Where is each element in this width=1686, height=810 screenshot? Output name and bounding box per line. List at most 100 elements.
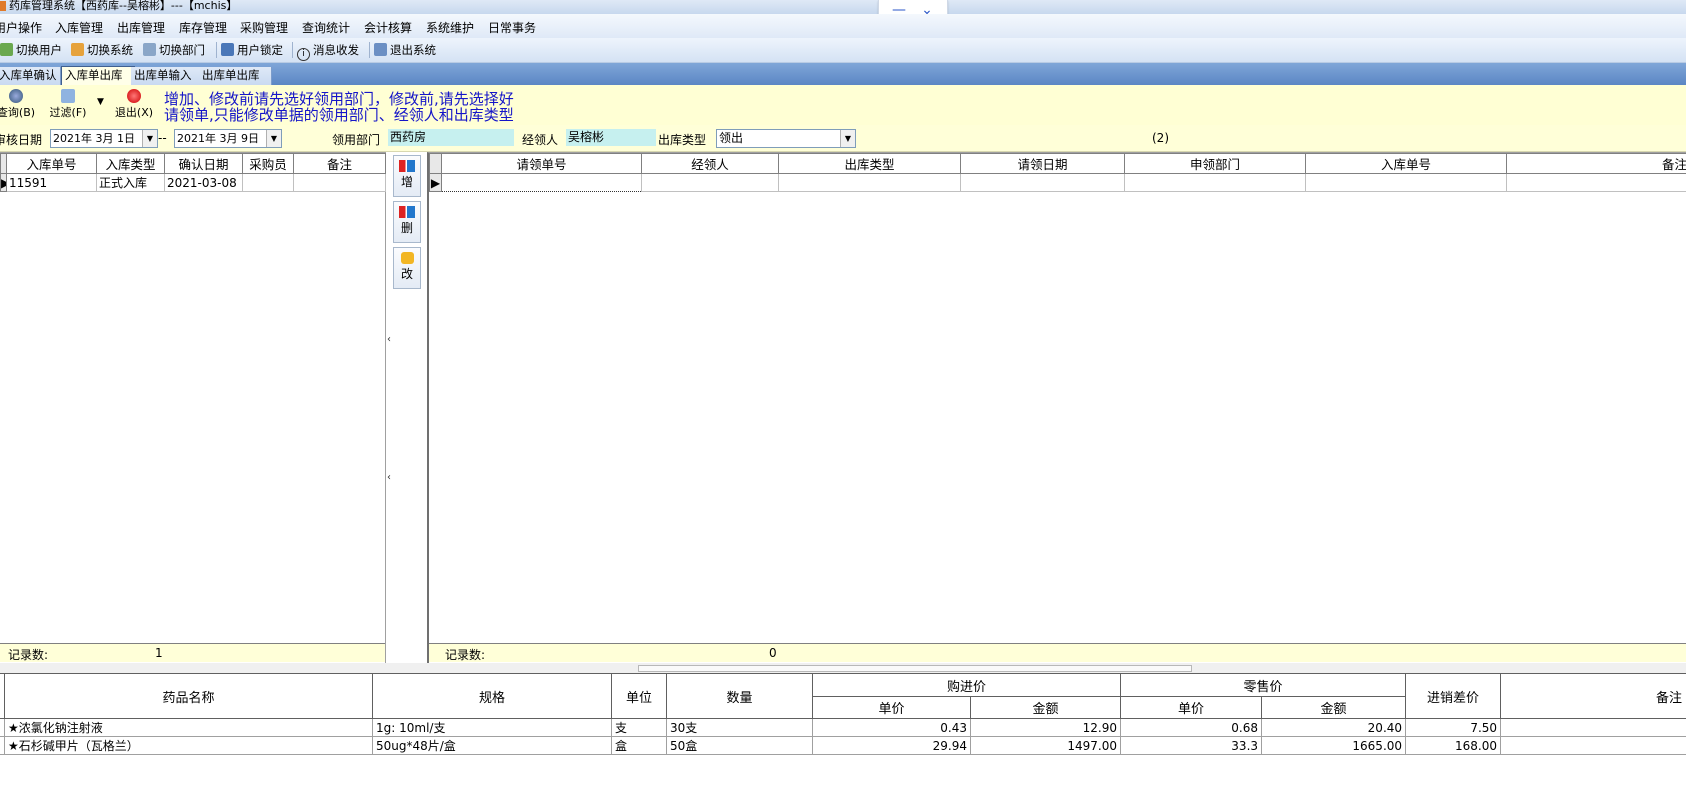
chevron-down-icon[interactable]: ▼: [142, 130, 157, 147]
col-request-dept[interactable]: 申领部门: [1124, 153, 1306, 174]
cell-spec[interactable]: 1g: 10ml/支: [372, 718, 612, 737]
col-quantity[interactable]: 数量: [666, 673, 813, 719]
col-inbound-no[interactable]: 入库单号: [6, 153, 97, 174]
menu-daily[interactable]: 日常事务: [488, 19, 536, 36]
col-spec[interactable]: 规格: [372, 673, 612, 719]
menu-purchase[interactable]: 采购管理: [240, 19, 288, 36]
col-retail-price[interactable]: 零售价: [1120, 673, 1407, 697]
switch-system-button[interactable]: 切换系统: [71, 42, 133, 58]
date-to-picker[interactable]: 2021年 3月 9日 ▼: [174, 129, 282, 148]
switch-system-icon: [71, 43, 84, 56]
cell-unit[interactable]: 盒: [611, 736, 667, 755]
col-purchase-unit-price[interactable]: 单价: [812, 696, 971, 719]
chevron-left-icon[interactable]: ‹: [387, 471, 393, 485]
chevron-down-icon[interactable]: ▼: [840, 130, 855, 147]
menu-bar: 用户操作 入库管理 出库管理 库存管理 采购管理 查询统计 会计核算 系统维护 …: [0, 14, 1686, 39]
table-row[interactable]: ▶ 11591 正式入库 2021-03-08: [0, 173, 386, 192]
cell-purchase-amount[interactable]: 12.90: [969, 718, 1122, 737]
messages-button[interactable]: i 消息收发: [297, 42, 359, 61]
cell-spec[interactable]: 50ug*48片/盒: [372, 736, 612, 755]
menu-query-stats[interactable]: 查询统计: [302, 19, 350, 36]
cell-purchase-amount[interactable]: 1497.00: [969, 736, 1122, 755]
switch-department-button[interactable]: 切换部门: [143, 42, 205, 58]
col-purchase-price[interactable]: 购进价: [811, 673, 1122, 697]
col-retail-unit-price[interactable]: 单价: [1120, 696, 1263, 719]
exit-button[interactable]: 退出(X): [114, 89, 154, 120]
user-lock-button[interactable]: 用户锁定: [221, 42, 283, 58]
cell-remark[interactable]: [1500, 718, 1686, 737]
cell-price-diff[interactable]: 168.00: [1405, 736, 1502, 755]
switch-user-button[interactable]: 切换用户: [0, 42, 62, 58]
tab-outbound-input[interactable]: 出库单输入: [131, 67, 204, 85]
col-drug-name[interactable]: 药品名称: [4, 673, 373, 719]
edit-button[interactable]: 改: [393, 247, 421, 289]
cell-inbound-no[interactable]: 11591: [6, 173, 97, 192]
query-button[interactable]: 查询(B): [0, 89, 36, 120]
chevron-down-icon[interactable]: ▼: [266, 130, 281, 147]
menu-inventory[interactable]: 库存管理: [179, 19, 227, 36]
cell-inbound-type[interactable]: 正式入库: [96, 173, 165, 192]
menu-inbound[interactable]: 入库管理: [55, 19, 103, 36]
cell-requisition-date[interactable]: [960, 173, 1125, 192]
cell-retail-amount[interactable]: 20.40: [1261, 718, 1407, 737]
splitter-handle[interactable]: [638, 665, 1192, 672]
menu-accounting[interactable]: 会计核算: [364, 19, 412, 36]
cell-quantity[interactable]: 50盒: [666, 736, 813, 755]
cell-quantity[interactable]: 30支: [666, 718, 813, 737]
date-from-picker[interactable]: 2021年 3月 1日 ▼: [50, 129, 158, 148]
col-remark[interactable]: 备注: [1506, 153, 1686, 174]
menu-outbound[interactable]: 出库管理: [117, 19, 165, 36]
tab-outbound-out[interactable]: 出库单出库: [199, 67, 272, 85]
cell-handler[interactable]: [641, 173, 779, 192]
tab-inbound-outbound[interactable]: 入库单出库: [61, 66, 135, 86]
cell-remark[interactable]: [293, 173, 386, 192]
col-requisition-date[interactable]: 请领日期: [960, 153, 1125, 174]
horizontal-splitter[interactable]: [0, 663, 1686, 673]
cell-purchase-unit-price[interactable]: 0.43: [812, 718, 971, 737]
dept-field[interactable]: 西药房: [388, 129, 514, 146]
cell-retail-unit-price[interactable]: 0.68: [1120, 718, 1263, 737]
outbound-type-select[interactable]: 领出 ▼: [716, 129, 856, 148]
table-row[interactable]: ★浓氯化钠注射液 1g: 10ml/支 支 30支 0.43 12.90 0.6…: [0, 718, 1686, 737]
menu-user-ops[interactable]: 用户操作: [0, 19, 42, 36]
cell-requisition-no[interactable]: [441, 173, 642, 192]
filter-button[interactable]: 过滤(F): [46, 89, 90, 120]
cell-retail-unit-price[interactable]: 33.3: [1120, 736, 1263, 755]
caret-down-icon[interactable]: ▼: [97, 97, 104, 107]
cell-purchase-unit-price[interactable]: 29.94: [812, 736, 971, 755]
menu-system[interactable]: 系统维护: [426, 19, 474, 36]
table-row[interactable]: ★石杉碱甲片（瓦格兰） 50ug*48片/盒 盒 50盒 29.94 1497.…: [0, 736, 1686, 755]
col-inbound-type[interactable]: 入库类型: [96, 153, 165, 174]
tab-inbound-confirm[interactable]: 入库单确认: [0, 67, 61, 85]
cell-remark[interactable]: [1506, 173, 1686, 192]
col-handler[interactable]: 经领人: [641, 153, 779, 174]
table-row[interactable]: ▶: [429, 173, 1686, 192]
col-unit[interactable]: 单位: [611, 673, 667, 719]
cell-unit[interactable]: 支: [611, 718, 667, 737]
col-outbound-type[interactable]: 出库类型: [778, 153, 961, 174]
cell-buyer[interactable]: [242, 173, 294, 192]
cell-confirm-date[interactable]: 2021-03-08: [164, 173, 243, 192]
chevron-left-icon[interactable]: ‹: [387, 333, 393, 347]
col-remark[interactable]: 备注: [293, 153, 386, 174]
cell-retail-amount[interactable]: 1665.00: [1261, 736, 1407, 755]
col-price-diff[interactable]: 进销差价: [1405, 673, 1502, 719]
col-remark[interactable]: 备注: [1500, 673, 1686, 719]
cell-drug-name[interactable]: ★石杉碱甲片（瓦格兰）: [4, 736, 373, 755]
cell-inbound-no[interactable]: [1305, 173, 1507, 192]
delete-button[interactable]: 删: [393, 201, 421, 243]
cell-price-diff[interactable]: 7.50: [1405, 718, 1502, 737]
col-buyer[interactable]: 采购员: [242, 153, 294, 174]
cell-remark[interactable]: [1500, 736, 1686, 755]
exit-system-button[interactable]: 退出系统: [374, 42, 436, 58]
add-button[interactable]: 增: [393, 155, 421, 197]
col-inbound-no[interactable]: 入库单号: [1305, 153, 1507, 174]
cell-request-dept[interactable]: [1124, 173, 1306, 192]
handler-field[interactable]: 吴榕彬: [566, 129, 656, 146]
col-purchase-amount[interactable]: 金额: [969, 696, 1122, 719]
cell-outbound-type[interactable]: [778, 173, 961, 192]
col-confirm-date[interactable]: 确认日期: [164, 153, 243, 174]
col-requisition-no[interactable]: 请领单号: [441, 153, 642, 174]
col-retail-amount[interactable]: 金额: [1261, 696, 1407, 719]
cell-drug-name[interactable]: ★浓氯化钠注射液: [4, 718, 373, 737]
